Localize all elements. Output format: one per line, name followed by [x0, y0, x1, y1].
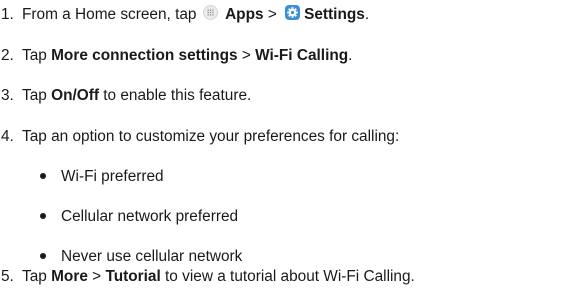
option-never-cellular: Never use cellular network — [0, 247, 242, 267]
bullet-icon — [40, 212, 46, 219]
wifi-calling-label: Wi-Fi Calling — [255, 47, 349, 64]
step-3: 3. Tap On/Off to enable this feature. — [0, 86, 251, 106]
separator: > — [267, 6, 277, 23]
step-number: 1. — [1, 6, 14, 23]
step-2: 2. Tap More connection settings > Wi-Fi C… — [0, 46, 352, 66]
separator: > — [92, 268, 102, 285]
option-wifi-preferred: Wi-Fi preferred — [0, 167, 164, 187]
step-text: Tap an option to customize your preferen… — [22, 128, 400, 145]
more-connection-settings-label: More connection settings — [51, 47, 238, 64]
apps-label: Apps — [225, 6, 264, 23]
more-label: More — [51, 268, 88, 285]
on-off-label: On/Off — [51, 87, 99, 104]
step-text-end: . — [364, 6, 370, 23]
step-1: 1. From a Home screen, tap Apps > Settin… — [0, 5, 369, 25]
step-text: Tap — [22, 268, 47, 285]
option-label: Wi-Fi preferred — [61, 168, 164, 185]
step-text-end: to view a tutorial about Wi-Fi Calling. — [165, 268, 415, 285]
bullet-icon — [40, 172, 46, 179]
settings-gear-icon — [285, 5, 301, 21]
option-cellular-preferred: Cellular network preferred — [0, 207, 238, 227]
step-text: Tap — [22, 87, 47, 104]
step-text-end: to enable this feature. — [103, 87, 252, 104]
step-number: 5. — [1, 268, 14, 285]
option-label: Cellular network preferred — [61, 208, 239, 225]
step-text-end: . — [348, 47, 353, 64]
step-text: Tap — [22, 47, 47, 64]
step-number: 4. — [1, 128, 14, 145]
tutorial-label: Tutorial — [105, 268, 161, 285]
separator: > — [241, 47, 251, 64]
option-label: Never use cellular network — [61, 248, 243, 265]
apps-grid-icon — [202, 5, 218, 21]
step-4: 4. Tap an option to customize your prefer… — [0, 127, 399, 147]
step-number: 3. — [1, 87, 14, 104]
bullet-icon — [40, 252, 46, 259]
step-text: From a Home screen, tap — [22, 6, 197, 23]
settings-label: Settings — [304, 6, 365, 23]
step-number: 2. — [1, 47, 14, 64]
step-5: 5. Tap More > Tutorial to view a tutorial… — [0, 267, 415, 287]
